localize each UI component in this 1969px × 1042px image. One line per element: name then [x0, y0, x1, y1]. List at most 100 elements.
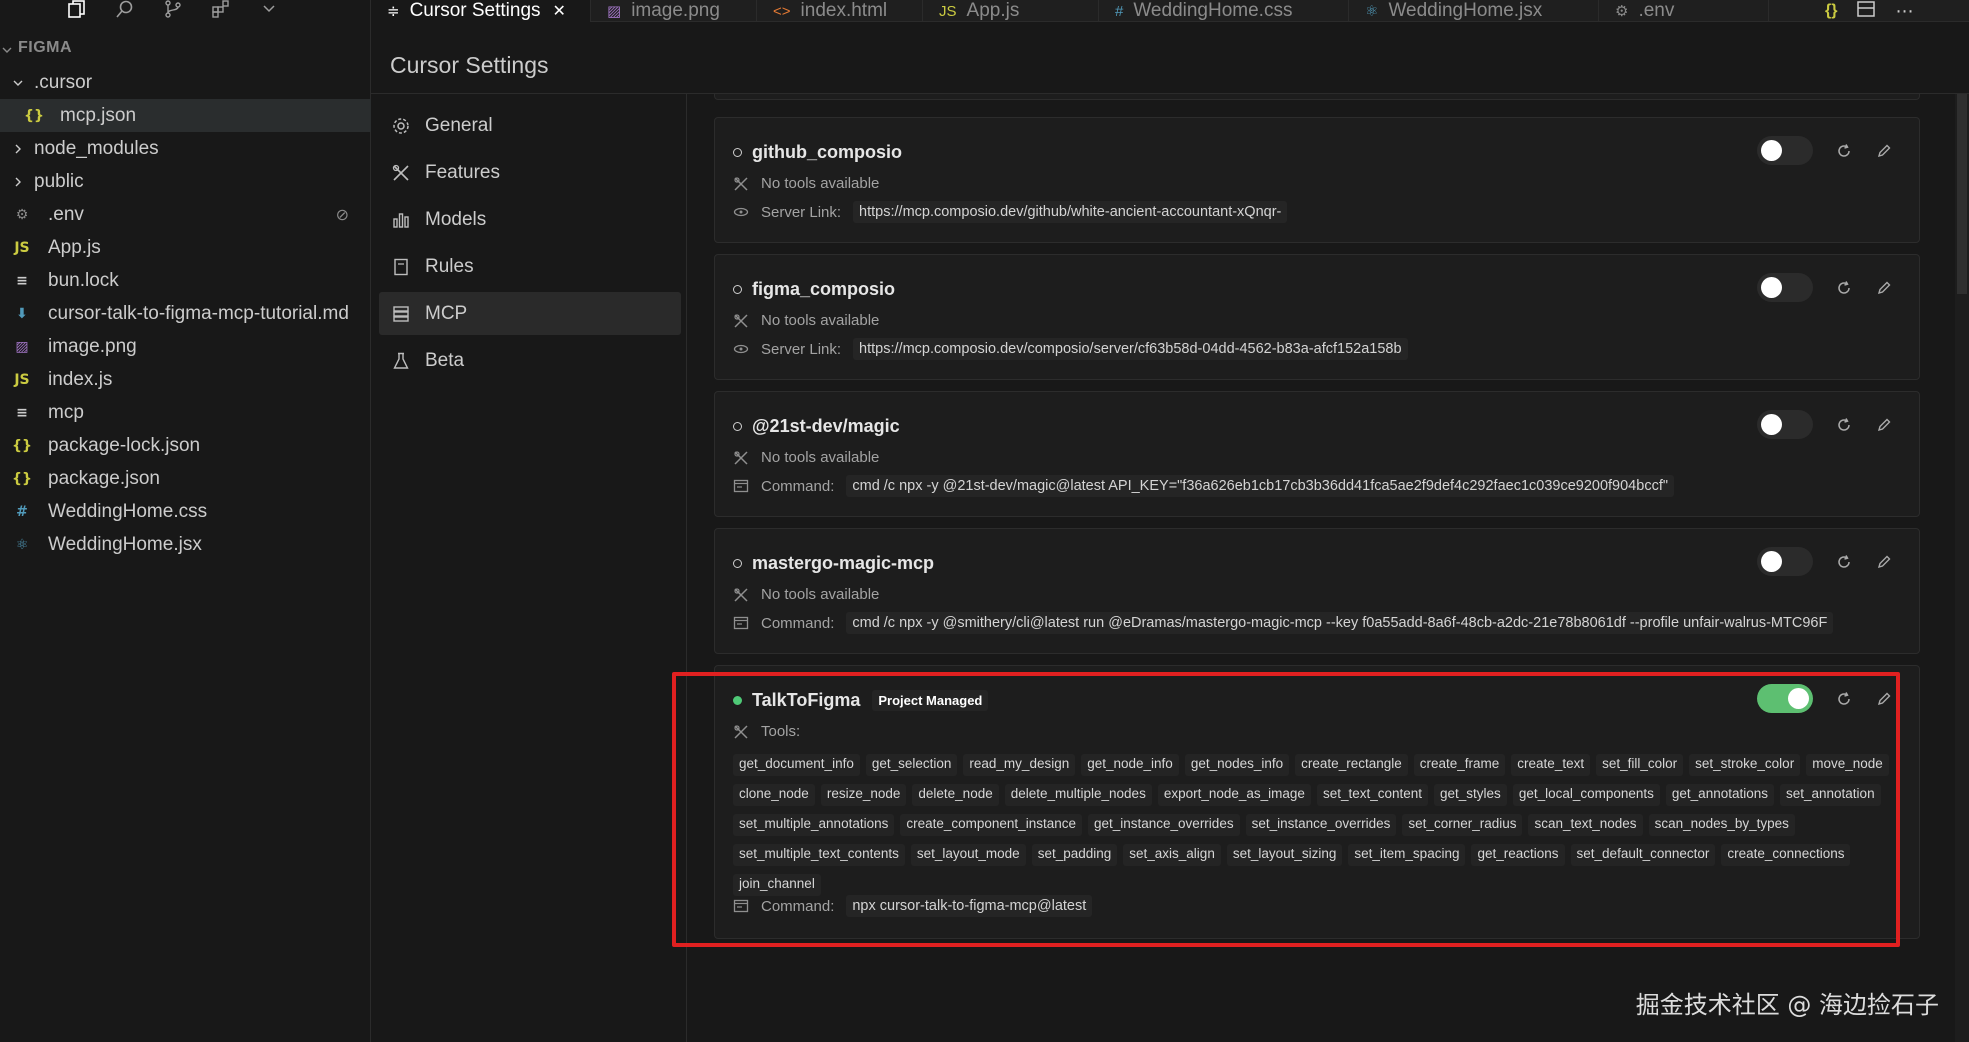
settings-nav-features[interactable]: Features [379, 151, 681, 194]
chevron-right-icon[interactable] [10, 174, 26, 190]
source-control-icon[interactable] [160, 0, 186, 18]
tree-file[interactable]: ⚛ WeddingHome.jsx [0, 528, 371, 561]
chevron-down-icon[interactable] [256, 0, 282, 18]
search-icon[interactable] [112, 0, 138, 18]
tree-file[interactable]: JS App.js [0, 231, 371, 264]
edit-icon[interactable] [1875, 416, 1893, 434]
tree-item-label: WeddingHome.css [48, 500, 208, 522]
highlight-annotation-box [672, 672, 1900, 947]
tab-env[interactable]: ⚙ .env [1599, 0, 1769, 22]
extensions-icon[interactable] [208, 0, 234, 18]
more-actions-icon[interactable]: ⋯ [1895, 1, 1913, 22]
tree-file[interactable]: ≡ mcp [0, 396, 371, 429]
tab-label: image.png [631, 0, 720, 21]
tree-folder[interactable]: public [0, 165, 371, 198]
mcp-server-card: @21st-dev/magic No tools available Command… [714, 391, 1920, 517]
file-type-icon: ⚛ [1365, 3, 1379, 20]
scrollbar-thumb[interactable] [1957, 94, 1967, 294]
settings-nav-models[interactable]: Models [379, 198, 681, 241]
settings-nav-beta[interactable]: Beta [379, 339, 681, 382]
file-type-icon: ▨ [607, 3, 622, 20]
nav-label: Features [425, 161, 500, 183]
tree-item-label: public [34, 170, 84, 192]
refresh-icon[interactable] [1835, 279, 1853, 297]
detail-value[interactable]: https://mcp.composio.dev/github/white-an… [853, 201, 1288, 223]
server-enable-toggle[interactable] [1757, 547, 1813, 576]
detail-value[interactable]: cmd /c npx -y @smithery/cli@latest run @… [846, 612, 1834, 634]
edit-icon[interactable] [1875, 553, 1893, 571]
scrollbar[interactable] [1955, 94, 1969, 1042]
tab-cursor-settings[interactable]: ≑ Cursor Settings ✕ [371, 0, 591, 22]
refresh-icon[interactable] [1835, 142, 1853, 160]
wrench-icon [733, 313, 749, 329]
mcp-server-card: figma_composio No tools available Server L… [714, 254, 1920, 380]
tree-file[interactable]: ▨ image.png [0, 330, 371, 363]
split-editor-icon[interactable] [1857, 0, 1876, 22]
file-tree: .cursor {} mcp.json node_modules public ⚙ .env… [0, 66, 371, 561]
server-detail-line: Command: cmd /c npx -y @21st-dev/magic@la… [733, 475, 1674, 497]
tab-app-js[interactable]: JS App.js [923, 0, 1099, 22]
terminal-icon [733, 615, 749, 631]
tree-file[interactable]: JS index.js [0, 363, 371, 396]
detail-value[interactable]: https://mcp.composio.dev/composio/server… [853, 338, 1408, 360]
tree-file[interactable]: {} mcp.json [0, 99, 371, 132]
edit-icon[interactable] [1875, 279, 1893, 297]
tree-item-label: .env [48, 203, 84, 225]
tab-weddinghome-css[interactable]: # WeddingHome.css [1099, 0, 1349, 22]
settings-nav-rules[interactable]: Rules [379, 245, 681, 288]
chevron-right-icon[interactable] [10, 141, 26, 157]
server-name: figma_composio [752, 279, 896, 299]
settings-nav-general[interactable]: General [379, 104, 681, 147]
tab-label: Cursor Settings [409, 0, 541, 21]
server-detail-line: Command: cmd /c npx -y @smithery/cli@late… [733, 612, 1834, 634]
file-type-icon: ⬇ [16, 305, 28, 322]
workspace-title[interactable]: FIGMA [18, 39, 72, 57]
file-type-icon: {} [12, 437, 32, 454]
tree-item-label: node_modules [34, 137, 159, 159]
tree-file[interactable]: ≡ bun.lock [0, 264, 371, 297]
refresh-icon[interactable] [1835, 553, 1853, 571]
chevron-down-icon[interactable] [10, 75, 26, 91]
tree-item-label: App.js [48, 236, 101, 258]
settings-nav-mcp[interactable]: MCP [379, 292, 681, 335]
tree-folder[interactable]: node_modules [0, 132, 371, 165]
tab-label: WeddingHome.jsx [1388, 0, 1543, 21]
file-type-icon: ⚙ [1615, 3, 1629, 20]
detail-label: Server Link: [761, 340, 842, 358]
tree-file[interactable]: {} package.json [0, 462, 371, 495]
server-enable-toggle[interactable] [1757, 136, 1813, 165]
tree-file[interactable]: {} package-lock.json [0, 429, 371, 462]
link-icon [733, 204, 749, 220]
tree-item-label: bun.lock [48, 269, 119, 291]
tree-file[interactable]: ⬇ cursor-talk-to-figma-mcp-tutorial.md [0, 297, 371, 330]
tools-status: No tools available [761, 586, 880, 603]
status-indicator [733, 559, 742, 568]
server-controls [1757, 410, 1893, 439]
detail-value[interactable]: cmd /c npx -y @21st-dev/magic@latest API… [846, 475, 1674, 497]
status-indicator [733, 285, 742, 294]
tree-file[interactable]: ⚙ .env ⊘ [0, 198, 371, 231]
files-icon[interactable] [64, 0, 90, 18]
status-indicator [733, 422, 742, 431]
tree-item-label: mcp.json [60, 104, 137, 126]
server-enable-toggle[interactable] [1757, 410, 1813, 439]
chevron-down-icon[interactable] [2, 42, 12, 53]
close-icon[interactable]: ✕ [553, 1, 566, 21]
server-controls [1757, 273, 1893, 302]
file-type-icon: JS [14, 371, 30, 388]
tree-folder[interactable]: .cursor [0, 66, 371, 99]
gear-icon [391, 116, 411, 136]
tab-label: index.html [800, 0, 888, 21]
server-enable-toggle[interactable] [1757, 273, 1813, 302]
tab-weddinghome-jsx[interactable]: ⚛ WeddingHome.jsx [1349, 0, 1599, 22]
tab-index-html[interactable]: <> index.html [757, 0, 923, 22]
wrench-icon [733, 176, 749, 192]
braces-icon[interactable]: {} [1825, 2, 1837, 20]
tab-image-png[interactable]: ▨ image.png [591, 0, 757, 22]
file-type-icon: ▨ [15, 338, 29, 355]
tree-file[interactable]: # WeddingHome.css [0, 495, 371, 528]
edit-icon[interactable] [1875, 142, 1893, 160]
refresh-icon[interactable] [1835, 416, 1853, 434]
mcp-server-card: mastergo-magic-mcp No tools available Comm… [714, 528, 1920, 654]
tools-line: No tools available [733, 312, 879, 329]
